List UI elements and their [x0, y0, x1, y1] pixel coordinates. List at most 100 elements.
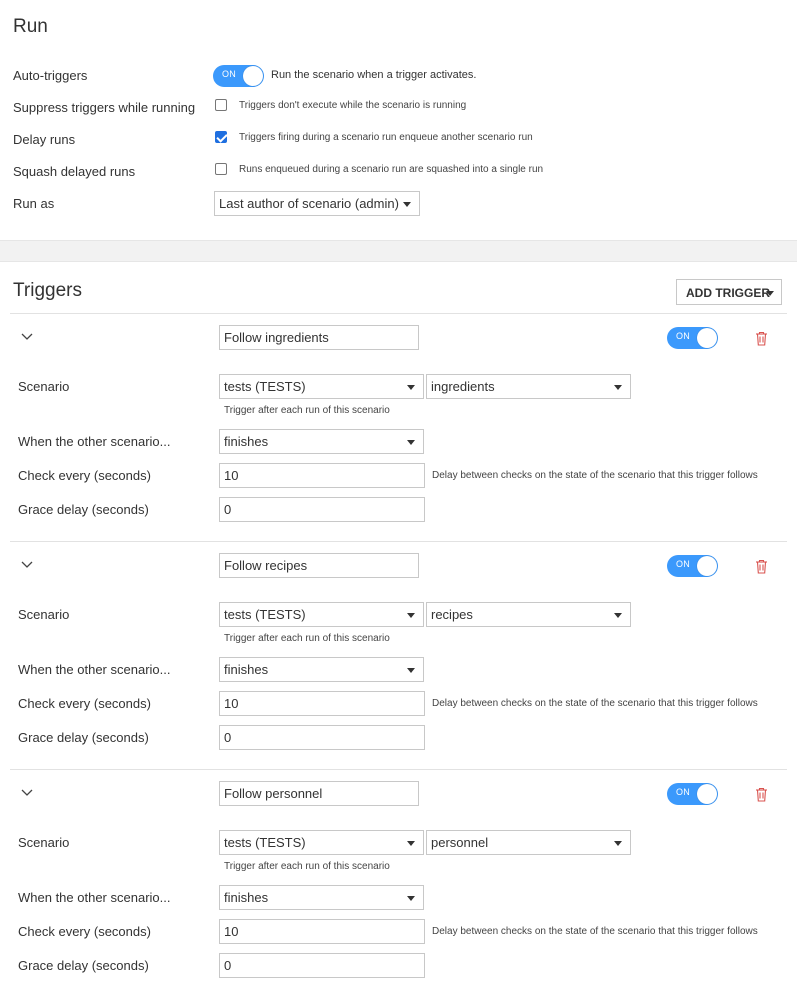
add-trigger-button[interactable]: ADD TRIGGER [676, 279, 782, 305]
scenario-label: Scenario [18, 379, 70, 394]
trigger-separator [10, 769, 787, 770]
trigger-toggle[interactable]: ON [667, 555, 718, 577]
run-as-label: Run as [13, 196, 55, 211]
check-every-help: Delay between checks on the state of the… [432, 926, 758, 937]
auto-triggers-toggle[interactable]: ON [213, 65, 264, 87]
scenario-value: personnel [431, 835, 489, 850]
caret-down-icon [407, 613, 415, 618]
run-as-value: Last author of scenario (admin) [219, 196, 399, 211]
caret-down-icon [614, 613, 622, 618]
project-select[interactable]: tests (TESTS) [219, 830, 424, 855]
caret-down-icon [407, 385, 415, 390]
delay-runs-label: Delay runs [13, 132, 76, 147]
toggle-knob [697, 784, 717, 804]
caret-down-icon [407, 440, 415, 445]
grace-value: 0 [224, 502, 232, 517]
auto-triggers-label: Auto-triggers [13, 68, 88, 83]
scenario-select[interactable]: ingredients [426, 374, 631, 399]
project-select[interactable]: tests (TESTS) [219, 374, 424, 399]
when-select[interactable]: finishes [219, 885, 424, 910]
check-every-value: 10 [224, 924, 239, 939]
scenario-help: Trigger after each run of this scenario [224, 861, 390, 872]
trigger-name-value: Follow ingredients [224, 330, 329, 345]
scenario-help: Trigger after each run of this scenario [224, 405, 390, 416]
toggle-state: ON [222, 69, 237, 79]
squash-runs-label: Squash delayed runs [13, 164, 136, 179]
add-trigger-label: ADD TRIGGER [686, 286, 770, 300]
when-value: finishes [224, 434, 269, 449]
scenario-value: recipes [431, 607, 473, 622]
when-value: finishes [224, 890, 269, 905]
check-every-input[interactable]: 10 [219, 691, 425, 716]
caret-down-icon [407, 896, 415, 901]
trash-icon[interactable] [755, 331, 768, 346]
toggle-state: ON [676, 787, 691, 797]
toggle-knob [697, 556, 717, 576]
trigger-toggle[interactable]: ON [667, 783, 718, 805]
grace-value: 0 [224, 958, 232, 973]
grace-input[interactable]: 0 [219, 953, 425, 978]
chevron-down-icon[interactable] [21, 561, 33, 569]
check-every-input[interactable]: 10 [219, 463, 425, 488]
caret-down-icon [766, 291, 774, 296]
check-every-value: 10 [224, 696, 239, 711]
trigger-separator [10, 541, 787, 542]
grace-label: Grace delay (seconds) [18, 730, 149, 745]
scenario-label: Scenario [18, 835, 70, 850]
trigger-name-input[interactable]: Follow recipes [219, 553, 419, 578]
toggle-knob [697, 328, 717, 348]
scenario-help: Trigger after each run of this scenario [224, 633, 390, 644]
check-every-label: Check every (seconds) [18, 468, 151, 483]
project-select[interactable]: tests (TESTS) [219, 602, 424, 627]
grace-input[interactable]: 0 [219, 497, 425, 522]
section-divider [0, 240, 797, 262]
run-as-select[interactable]: Last author of scenario (admin) [214, 191, 420, 216]
when-select[interactable]: finishes [219, 657, 424, 682]
suppress-triggers-desc: Triggers don't execute while the scenari… [239, 100, 467, 111]
toggle-state: ON [676, 559, 691, 569]
squash-runs-checkbox[interactable] [215, 163, 227, 175]
trash-icon[interactable] [755, 559, 768, 574]
project-value: tests (TESTS) [224, 607, 306, 622]
toggle-state: ON [676, 331, 691, 341]
trigger-separator [10, 313, 787, 314]
trash-icon[interactable] [755, 787, 768, 802]
run-section-title: Run [13, 16, 48, 37]
check-every-help: Delay between checks on the state of the… [432, 470, 758, 481]
auto-triggers-desc: Run the scenario when a trigger activate… [271, 69, 477, 81]
caret-down-icon [407, 841, 415, 846]
grace-label: Grace delay (seconds) [18, 502, 149, 517]
check-every-label: Check every (seconds) [18, 924, 151, 939]
scenario-value: ingredients [431, 379, 495, 394]
trigger-name-input[interactable]: Follow personnel [219, 781, 419, 806]
trigger-toggle[interactable]: ON [667, 327, 718, 349]
triggers-section-title: Triggers [13, 280, 82, 301]
scenario-select[interactable]: recipes [426, 602, 631, 627]
squash-runs-desc: Runs enqueued during a scenario run are … [239, 164, 544, 175]
suppress-triggers-checkbox[interactable] [215, 99, 227, 111]
caret-down-icon [614, 841, 622, 846]
when-select[interactable]: finishes [219, 429, 424, 454]
check-every-label: Check every (seconds) [18, 696, 151, 711]
grace-value: 0 [224, 730, 232, 745]
when-label: When the other scenario... [18, 890, 171, 905]
scenario-select[interactable]: personnel [426, 830, 631, 855]
suppress-triggers-label: Suppress triggers while running [13, 100, 196, 115]
check-every-input[interactable]: 10 [219, 919, 425, 944]
delay-runs-checkbox[interactable] [215, 131, 227, 143]
grace-label: Grace delay (seconds) [18, 958, 149, 973]
trigger-name-value: Follow recipes [224, 558, 308, 573]
trigger-name-input[interactable]: Follow ingredients [219, 325, 419, 350]
scenario-label: Scenario [18, 607, 70, 622]
chevron-down-icon[interactable] [21, 789, 33, 797]
check-every-help: Delay between checks on the state of the… [432, 698, 758, 709]
chevron-down-icon[interactable] [21, 333, 33, 341]
caret-down-icon [614, 385, 622, 390]
project-value: tests (TESTS) [224, 835, 306, 850]
project-value: tests (TESTS) [224, 379, 306, 394]
grace-input[interactable]: 0 [219, 725, 425, 750]
check-every-value: 10 [224, 468, 239, 483]
when-label: When the other scenario... [18, 662, 171, 677]
when-label: When the other scenario... [18, 434, 171, 449]
toggle-knob [243, 66, 263, 86]
